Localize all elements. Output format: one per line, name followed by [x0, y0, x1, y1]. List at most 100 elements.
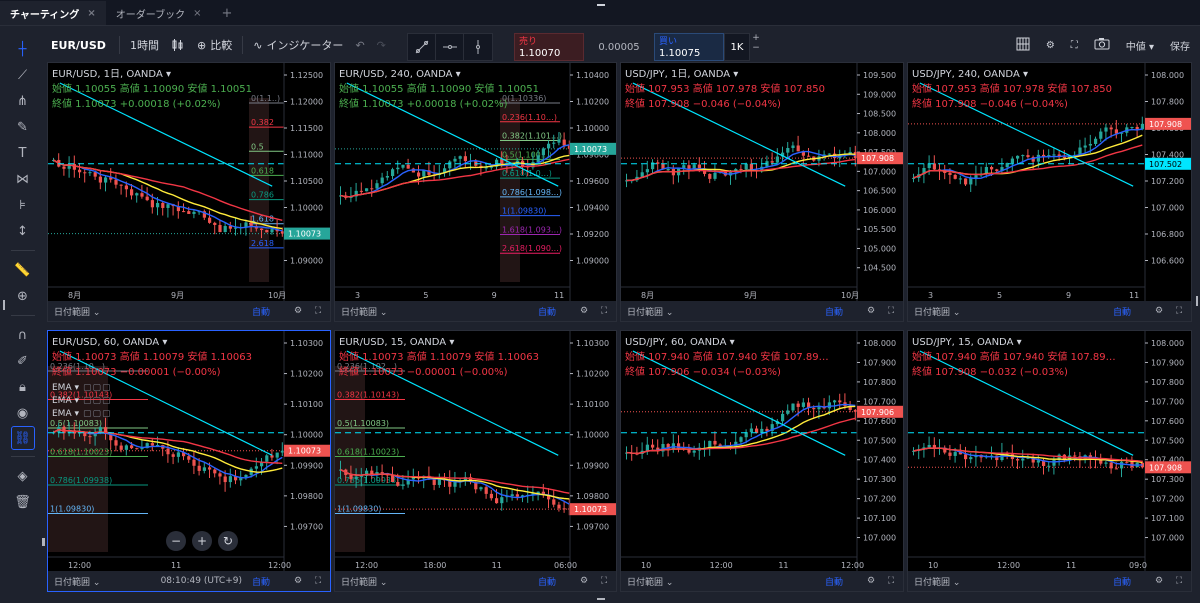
- date-range-button[interactable]: 日付範囲 ⌄: [54, 305, 100, 318]
- pattern-icon[interactable]: ⋈: [8, 166, 38, 192]
- auto-scale-button[interactable]: 自動: [252, 575, 270, 588]
- indicator-action-icons[interactable]: ▢▢▢: [83, 383, 112, 393]
- trash-icon[interactable]: 🗑︎: [8, 489, 38, 515]
- chart-symbol-title[interactable]: EUR/USD, 240, OANDA ▾: [339, 67, 539, 82]
- auto-scale-button[interactable]: 自動: [825, 305, 843, 318]
- crosshair-icon[interactable]: ┼: [8, 36, 38, 62]
- tab-charting[interactable]: チャーティング ×: [0, 1, 106, 25]
- chart-symbol-title[interactable]: USD/JPY, 60, OANDA ▾: [625, 335, 829, 350]
- left-resize-handle[interactable]: [3, 300, 5, 310]
- candles-icon[interactable]: [165, 30, 191, 60]
- gear-icon[interactable]: ⚙: [1153, 306, 1165, 316]
- fullscreen-icon[interactable]: ⛶: [885, 576, 897, 586]
- chart-symbol-title[interactable]: USD/JPY, 240, OANDA ▾: [912, 67, 1112, 82]
- fullscreen-icon[interactable]: ⛶: [1173, 576, 1185, 586]
- pitchfork-icon[interactable]: ⋔: [8, 88, 38, 114]
- close-icon[interactable]: ×: [193, 8, 201, 19]
- zoom-in-icon[interactable]: ⊕: [8, 283, 38, 309]
- chart-symbol-title[interactable]: EUR/USD, 60, OANDA ▾: [52, 335, 252, 350]
- gear-icon[interactable]: ⚙: [865, 576, 877, 586]
- date-range-button[interactable]: 日付範囲 ⌄: [627, 575, 673, 588]
- tab-orderbook[interactable]: オーダーブック ×: [106, 1, 212, 25]
- trend-line-icon[interactable]: [408, 34, 436, 60]
- fullscreen-icon[interactable]: ⛶: [885, 306, 897, 316]
- indicator-action-icons[interactable]: ▢▢▢: [83, 409, 112, 419]
- indicator-action-icons[interactable]: ▢▢▢: [83, 396, 112, 406]
- text-tool-icon[interactable]: T: [8, 140, 38, 166]
- vertical-line-icon[interactable]: [464, 34, 492, 60]
- layout-grid-icon[interactable]: [1016, 37, 1030, 54]
- fullscreen-icon[interactable]: ⛶: [312, 576, 324, 586]
- chart-pane[interactable]: USD/JPY, 60, OANDA ▾ 始値 107.940 高値 107.94…: [620, 330, 904, 592]
- compare-button[interactable]: ⊕ 比較: [191, 30, 238, 60]
- chart-symbol-title[interactable]: USD/JPY, 1日, OANDA ▾: [625, 67, 825, 82]
- auto-scale-button[interactable]: 自動: [538, 305, 556, 318]
- horizontal-line-icon[interactable]: [436, 34, 464, 60]
- increase-button[interactable]: +: [750, 33, 762, 43]
- camera-icon[interactable]: [1094, 37, 1110, 53]
- fullscreen-icon[interactable]: ⛶: [312, 306, 324, 316]
- measure-icon[interactable]: ↕: [8, 218, 38, 244]
- left-collapse-handle[interactable]: [42, 538, 45, 546]
- gear-icon[interactable]: ⚙: [865, 306, 877, 316]
- size-dropdown[interactable]: 中値 ▾: [1126, 38, 1154, 53]
- date-range-button[interactable]: 日付範囲 ⌄: [914, 305, 960, 318]
- auto-scale-button[interactable]: 自動: [1113, 305, 1131, 318]
- indicator-ema[interactable]: EMA ▾ ▢▢▢: [52, 408, 252, 421]
- layers-icon[interactable]: ◈: [8, 463, 38, 489]
- gear-icon[interactable]: ⚙: [1153, 576, 1165, 586]
- chart-pane[interactable]: EUR/USD, 1日, OANDA ▾ 始値 1.10055 高値 1.1009…: [47, 62, 331, 322]
- buy-button[interactable]: 買い 1.10075: [654, 33, 724, 61]
- chart-pane[interactable]: USD/JPY, 15, OANDA ▾ 始値 107.940 高値 107.94…: [907, 330, 1192, 592]
- price-axis[interactable]: [570, 331, 617, 573]
- decrease-button[interactable]: −: [750, 43, 762, 53]
- chart-pane[interactable]: USD/JPY, 240, OANDA ▾ 始値 107.953 高値 107.9…: [907, 62, 1192, 322]
- right-resize-handle[interactable]: [1196, 296, 1198, 306]
- indicator-ema[interactable]: EMA ▾ ▢▢▢: [52, 382, 252, 395]
- magnet-icon[interactable]: ∩: [8, 322, 38, 348]
- gear-icon[interactable]: ⚙: [292, 576, 304, 586]
- chart-pane[interactable]: EUR/USD, 15, OANDA ▾ 始値 1.10073 高値 1.1007…: [334, 330, 617, 592]
- fullscreen-icon[interactable]: ⛶: [598, 306, 610, 316]
- stay-drawing-icon[interactable]: ✐: [8, 348, 38, 374]
- chart-symbol-title[interactable]: EUR/USD, 15, OANDA ▾: [339, 335, 539, 350]
- gear-icon[interactable]: ⚙: [578, 576, 590, 586]
- chart-symbol-title[interactable]: EUR/USD, 1日, OANDA ▾: [52, 67, 252, 82]
- zoom-out-button[interactable]: −: [166, 531, 186, 551]
- ruler-icon[interactable]: 📏: [8, 257, 38, 283]
- timezone-clock[interactable]: 08:10:49 (UTC+9): [161, 576, 242, 586]
- interval-button[interactable]: 1時間: [124, 30, 165, 60]
- eye-icon[interactable]: ◉: [8, 400, 38, 426]
- chart-pane[interactable]: EUR/USD, 240, OANDA ▾ 始値 1.10055 高値 1.100…: [334, 62, 617, 322]
- sell-button[interactable]: 売り 1.10070: [514, 33, 584, 61]
- auto-scale-button[interactable]: 自動: [1113, 575, 1131, 588]
- fullscreen-icon[interactable]: ⛶: [1173, 306, 1185, 316]
- indicators-button[interactable]: ∿ インジケーター: [247, 30, 349, 60]
- auto-scale-button[interactable]: 自動: [252, 305, 270, 318]
- date-range-button[interactable]: 日付範囲 ⌄: [627, 305, 673, 318]
- close-icon[interactable]: ×: [87, 8, 95, 19]
- date-range-button[interactable]: 日付範囲 ⌄: [341, 305, 387, 318]
- gear-icon[interactable]: ⚙: [292, 306, 304, 316]
- trend-line-tool-icon[interactable]: ⟋: [8, 62, 38, 88]
- date-range-button[interactable]: 日付範囲 ⌄: [341, 575, 387, 588]
- reset-chart-button[interactable]: ↻: [218, 531, 238, 551]
- indicator-ema[interactable]: EMA ▾ ▢▢▢: [52, 395, 252, 408]
- gear-icon[interactable]: ⚙: [1046, 40, 1055, 51]
- chart-symbol-title[interactable]: USD/JPY, 15, OANDA ▾: [912, 335, 1116, 350]
- redo-button[interactable]: ↷: [371, 30, 392, 60]
- auto-scale-button[interactable]: 自動: [538, 575, 556, 588]
- undo-button[interactable]: ↶: [349, 30, 370, 60]
- auto-scale-button[interactable]: 自動: [825, 575, 843, 588]
- bottom-resize-handle[interactable]: [597, 598, 605, 600]
- prediction-icon[interactable]: ⊧: [8, 192, 38, 218]
- save-button[interactable]: 保存: [1170, 38, 1190, 53]
- quantity-input[interactable]: 1K: [724, 33, 750, 61]
- date-range-button[interactable]: 日付範囲 ⌄: [914, 575, 960, 588]
- symbol-search-button[interactable]: EUR/USD: [45, 30, 115, 60]
- add-tab-button[interactable]: +: [212, 1, 243, 25]
- date-range-button[interactable]: 日付範囲 ⌄: [54, 575, 100, 588]
- brush-icon[interactable]: ✎: [8, 114, 38, 140]
- fullscreen-icon[interactable]: ⛶: [598, 576, 610, 586]
- lock-icon[interactable]: 🔒︎: [8, 374, 38, 400]
